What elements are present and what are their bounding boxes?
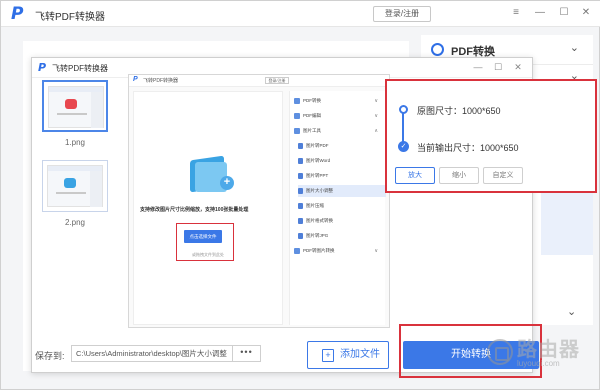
preview-login-label: 登录/注册 (265, 77, 289, 84)
thumbnail-2[interactable] (42, 160, 108, 212)
app-logo-icon: P (38, 61, 47, 74)
enlarge-button[interactable]: 放大 (395, 167, 435, 184)
maximize-icon[interactable]: ☐ (557, 5, 571, 21)
minimize-icon[interactable]: — (472, 60, 484, 74)
watermark-url: luyouqi.com (517, 359, 560, 368)
file-icon (298, 187, 303, 194)
preview-sidebar-item-label: PDF转图片转换 (303, 248, 335, 253)
preview-sidebar-item: 图片转PDF (298, 140, 386, 152)
thumbnail-image (47, 165, 103, 207)
thumbnail-image (48, 86, 104, 128)
add-file-icon: + (322, 349, 334, 362)
preview-sidebar-item: 图片转PPT (298, 170, 386, 182)
shrink-button[interactable]: 缩小 (439, 167, 479, 184)
category-icon (294, 127, 300, 134)
output-size: 当前输出尺寸：1000*650 (417, 143, 519, 153)
preview-sidebar-item-label: 图片压缩 (306, 203, 324, 208)
app-logo-icon: P (11, 4, 24, 24)
convert-icon (431, 43, 444, 56)
close-icon[interactable]: ✕ (579, 5, 593, 21)
preview-sidebar-item: PDF转换 ∨ (294, 95, 382, 107)
preview-title-bar: P 飞转PDF转换器 登录/注册 (129, 75, 389, 87)
preview-sidebar-item-label: PDF转换 (303, 98, 321, 103)
chevron-icon: ∧ (374, 128, 378, 134)
preview-sidebar-item: 图片转Word (298, 155, 386, 167)
preview-sidebar-item-label: 图片转Word (306, 158, 331, 163)
chevron-icon: ∨ (374, 98, 378, 104)
file-icon (298, 172, 303, 179)
watermark: 路由器 luyouqi.com (487, 331, 591, 377)
preview-sidebar-item: 图片大小调整 (298, 185, 386, 197)
preview-sidebar-item-label: 图片工具 (303, 128, 321, 133)
add-file-button[interactable]: + 添加文件 (307, 341, 389, 369)
preview-description: 支持修改图片尺寸比例缩放，支持100张批量处理 (140, 207, 249, 213)
file-icon (298, 142, 303, 149)
file-icon (298, 232, 303, 239)
save-to-label: 保存到: (35, 351, 65, 361)
category-icon (294, 247, 300, 254)
login-register-button[interactable]: 登录/注册 (373, 6, 431, 22)
image-preview: P 飞转PDF转换器 登录/注册 + 支持修改图片尺寸比例缩放，支持100张批量… (128, 74, 390, 328)
chevron-icon: ∨ (374, 113, 378, 119)
save-path-input[interactable]: C:\Users\Administrator\desktop\图片大小调整 (71, 345, 233, 362)
file-icon (298, 217, 303, 224)
file-icon (298, 202, 303, 209)
preview-workspace: + 支持修改图片尺寸比例缩放，支持100张批量处理 点击选择文件 或拖拽文件到此… (133, 91, 283, 325)
check-icon: ✓ (398, 141, 409, 152)
size-settings-panel: ✓ 原图尺寸：1000*650 当前输出尺寸：1000*650 放大 缩小 自定… (385, 79, 597, 193)
preview-sidebar-item-label: 图片转PPT (306, 173, 329, 178)
preview-highlight-box (176, 223, 234, 261)
preview-sidebar-item-label: 图片转JPG (306, 233, 329, 238)
timeline-line (402, 113, 404, 143)
add-file-label: 添加文件 (340, 349, 380, 360)
original-size: 原图尺寸：1000*650 (417, 106, 501, 116)
chevron-down-icon: ⌄ (569, 42, 579, 54)
preview-sidebar-item: 图片压缩 (298, 200, 386, 212)
custom-size-button[interactable]: 自定义 (483, 167, 523, 184)
thumbnail-1[interactable] (42, 80, 108, 132)
thumbnail-label: 1.png (64, 138, 86, 147)
preview-sidebar-item-label: PDF编辑 (303, 113, 321, 118)
close-icon[interactable]: ✕ (512, 60, 524, 74)
preview-title: 飞转PDF转换器 (143, 78, 179, 84)
menu-icon[interactable]: ≡ (509, 5, 523, 21)
preview-sidebar: PDF转换 ∨ PDF编辑 ∨ 图片工具 ∧ 图片转PDF 图片转Word 图片转PPT 图片大小… (289, 91, 386, 325)
chevron-down-icon[interactable]: ⌄ (567, 305, 576, 318)
browse-button[interactable]: ••• (233, 345, 261, 362)
folder-icon: + (190, 152, 234, 193)
category-icon (294, 97, 300, 104)
preview-sidebar-item: PDF转图片转换 ∨ (294, 245, 382, 257)
minimize-icon[interactable]: — (533, 5, 547, 21)
preview-sidebar-item-label: 图片格式转换 (306, 218, 333, 223)
preview-sidebar-item-label: 图片大小调整 (306, 188, 333, 193)
preview-sidebar-item: 图片格式转换 (298, 215, 386, 227)
watermark-text: 路由器 (517, 339, 580, 361)
preview-sidebar-item: 图片工具 ∧ (294, 125, 382, 137)
file-icon (298, 157, 303, 164)
preview-sidebar-item-label: 图片转PDF (306, 143, 329, 148)
preview-sidebar-item: 图片转JPG (298, 230, 386, 242)
category-icon (294, 112, 300, 119)
maximize-icon[interactable]: ☐ (492, 60, 504, 74)
chevron-icon: ∨ (374, 248, 378, 254)
thumbnail-label: 2.png (64, 218, 86, 227)
app-logo-icon: P (133, 76, 138, 83)
watermark-logo-icon (487, 339, 513, 365)
dialog-title: 飞转PDF转换器 (52, 64, 108, 73)
app-window: P 飞转PDF转换器 登录/注册 ≡ — ☐ ✕ PDF转换 ⌄ ⌄ ⌃ ⌄ P… (0, 0, 600, 390)
app-title: 飞转PDF转换器 (35, 12, 105, 23)
preview-sidebar-item: PDF编辑 ∨ (294, 110, 382, 122)
title-bar: P 飞转PDF转换器 登录/注册 ≡ — ☐ ✕ (1, 1, 600, 27)
